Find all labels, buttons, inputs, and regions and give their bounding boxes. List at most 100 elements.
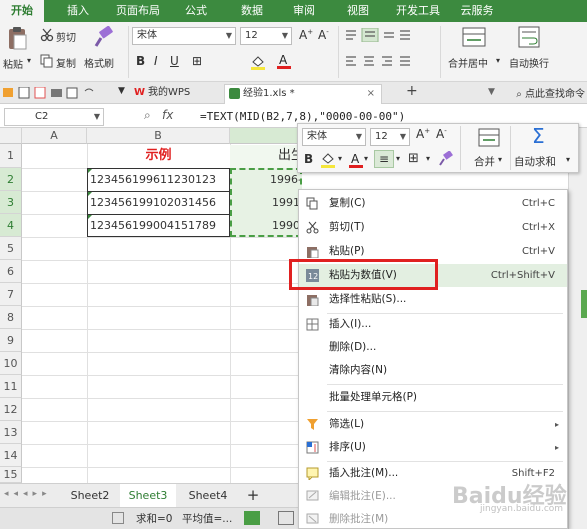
tab-mywps[interactable]: W 我的WPS xyxy=(130,84,220,104)
status-icon[interactable] xyxy=(112,512,124,524)
row-header[interactable]: 4 xyxy=(0,214,22,237)
chevron-down-icon[interactable]: ▼ xyxy=(400,129,406,145)
row-header[interactable]: 12 xyxy=(0,398,22,421)
border-icon[interactable]: ⊞ xyxy=(192,54,202,68)
cell-b1[interactable]: 示例 xyxy=(87,145,230,167)
merge-dropdown-icon[interactable]: ▾ xyxy=(496,56,500,65)
align-center-icon[interactable]: ≡ xyxy=(374,150,394,168)
cell-b2[interactable]: 123456199611230123 xyxy=(90,169,230,191)
paste-dropdown-icon[interactable]: ▾ xyxy=(27,56,31,65)
align-bottom-row-icon[interactable] xyxy=(344,54,426,68)
menu-item-insert[interactable]: 插入(I)... xyxy=(299,313,567,336)
row-header[interactable]: 13 xyxy=(0,421,22,444)
font-color-icon[interactable]: A xyxy=(348,150,364,170)
name-box[interactable]: C2 ▼ xyxy=(4,108,104,126)
menu-item-paste-special[interactable]: 选择性粘贴(S)... xyxy=(299,288,567,311)
tab-file[interactable]: 经验1.xls * × xyxy=(224,84,382,104)
format-painter-icon[interactable] xyxy=(92,26,114,48)
increase-font-icon[interactable]: A+ xyxy=(416,127,430,141)
cell-b4[interactable]: 123456199004151789 xyxy=(90,215,230,237)
row-header[interactable]: 9 xyxy=(0,329,22,352)
cell-c3[interactable]: 1991 xyxy=(272,192,298,214)
menu-item-copy[interactable]: 复制(C) Ctrl+C xyxy=(299,192,567,215)
menu-item-clear-contents[interactable]: 清除内容(N) xyxy=(299,359,567,382)
row-header[interactable]: 15 xyxy=(0,467,22,483)
tab-developer[interactable]: 开发工具 xyxy=(388,0,448,22)
page-layout-view-icon[interactable] xyxy=(278,511,294,525)
sheet-nav-arrows-icon[interactable]: ◂◂◂▸▸ xyxy=(4,489,52,499)
row-header[interactable]: 2 xyxy=(0,168,22,191)
chevron-down-icon[interactable]: ▼ xyxy=(356,129,362,145)
sheet-tab-sheet2[interactable]: Sheet2 xyxy=(64,484,116,507)
tab-insert[interactable]: 插入 xyxy=(56,0,100,22)
paste-button[interactable]: 粘贴 xyxy=(3,56,23,71)
chevron-down-icon[interactable]: ▾ xyxy=(338,154,342,163)
chevron-down-icon[interactable]: ▼ xyxy=(94,109,100,125)
menu-item-filter[interactable]: 筛选(L) ▸ xyxy=(299,413,567,436)
quick-access-toolbar[interactable] xyxy=(3,87,103,99)
merge-center-icon[interactable] xyxy=(462,26,486,48)
chevron-down-icon[interactable]: ▼ xyxy=(282,28,288,44)
mini-autosum-button[interactable]: 自动求和 xyxy=(514,154,556,169)
function-icon[interactable]: fx xyxy=(162,108,173,122)
merge-center-button[interactable]: 合并居中 xyxy=(448,55,488,70)
row-header[interactable]: 3 xyxy=(0,191,22,214)
chevron-down-icon[interactable]: ▾ xyxy=(396,154,400,163)
chevron-down-icon[interactable]: ▾ xyxy=(566,155,570,164)
menu-item-sort[interactable]: 排序(U) ▸ xyxy=(299,436,567,459)
menu-item-delete[interactable]: 删除(D)... xyxy=(299,336,567,359)
chevron-down-icon[interactable]: ▼ xyxy=(118,86,125,96)
italic-icon[interactable]: I xyxy=(154,54,158,68)
row-header[interactable]: 11 xyxy=(0,375,22,398)
cell-c2[interactable]: 1996-11-23 xyxy=(270,169,300,191)
sigma-icon[interactable]: Σ xyxy=(532,124,545,148)
merge-icon[interactable] xyxy=(478,128,500,148)
sheet-tab-sheet3[interactable]: Sheet3 xyxy=(120,484,176,507)
find-command[interactable]: ⌕ 点此查找命令 xyxy=(516,85,585,100)
close-icon[interactable]: × xyxy=(367,85,375,103)
scissors-icon[interactable] xyxy=(40,28,54,42)
tab-view[interactable]: 视图 xyxy=(338,0,378,22)
chevron-down-icon[interactable]: ▼ xyxy=(226,28,232,44)
side-panel-toggle[interactable] xyxy=(581,290,587,318)
bold-icon[interactable]: B xyxy=(136,54,145,68)
mini-font-size-combo[interactable]: 12 ▼ xyxy=(370,128,410,146)
font-color-icon[interactable]: A xyxy=(276,52,292,70)
chevron-down-icon[interactable]: ▼ xyxy=(488,87,495,97)
font-name-combo[interactable]: 宋体 ▼ xyxy=(132,27,236,45)
mini-merge-button[interactable]: 合并 xyxy=(474,154,495,169)
paste-icon[interactable] xyxy=(6,26,28,52)
zoom-icon[interactable]: ⌕ xyxy=(144,108,151,123)
normal-view-icon[interactable] xyxy=(244,511,260,525)
wrap-text-button[interactable]: 自动换行 xyxy=(509,55,549,70)
cell-b3[interactable]: 123456199102031456 xyxy=(90,192,230,214)
fill-color-icon[interactable] xyxy=(250,54,266,70)
copy-button[interactable]: 复制 xyxy=(56,55,76,70)
copy-icon[interactable] xyxy=(40,54,54,68)
row-header[interactable]: 5 xyxy=(0,237,22,260)
column-header-a[interactable]: A xyxy=(22,128,87,144)
decrease-font-icon[interactable]: A- xyxy=(436,127,447,141)
add-sheet-button[interactable]: + xyxy=(242,484,264,507)
underline-icon[interactable]: U xyxy=(170,54,179,68)
tab-formulas[interactable]: 公式 xyxy=(176,0,216,22)
chevron-down-icon[interactable]: ▾ xyxy=(364,154,368,163)
chevron-down-icon[interactable]: ▾ xyxy=(426,154,430,163)
column-header-b[interactable]: B xyxy=(87,128,230,144)
align-top-row-icon[interactable] xyxy=(344,28,414,42)
select-all-corner[interactable] xyxy=(0,128,22,144)
tab-page-layout[interactable]: 页面布局 xyxy=(108,0,168,22)
font-size-combo[interactable]: 12 ▼ xyxy=(240,27,292,45)
bold-icon[interactable]: B xyxy=(304,152,313,166)
fill-color-icon[interactable] xyxy=(320,151,338,169)
mini-font-name-combo[interactable]: 宋体 ▼ xyxy=(302,128,366,146)
row-header[interactable]: 8 xyxy=(0,306,22,329)
tab-review[interactable]: 审阅 xyxy=(284,0,324,22)
tab-home[interactable]: 开始 xyxy=(0,0,44,22)
format-painter-icon[interactable] xyxy=(438,151,454,167)
menu-item-batch-process[interactable]: 批量处理单元格(P) xyxy=(299,386,567,409)
increase-font-icon[interactable]: A+ xyxy=(299,28,313,42)
format-painter-button[interactable]: 格式刷 xyxy=(84,55,114,70)
row-header[interactable]: 10 xyxy=(0,352,22,375)
cut-button[interactable]: 剪切 xyxy=(56,29,76,44)
